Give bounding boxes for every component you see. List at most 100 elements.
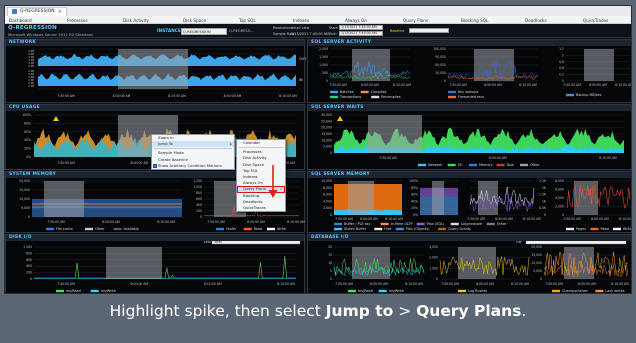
menu-item-disk-activity[interactable]: Disk Activity	[123, 18, 149, 23]
menu-item-top-sql[interactable]: Top SQL	[239, 18, 256, 23]
x-tick-label: 8:00:00 AM	[578, 282, 596, 286]
legend-label: Compiles	[371, 90, 387, 94]
menu-item-dashboard[interactable]: Dashboard	[9, 18, 32, 23]
menu-item-query-plans[interactable]: Query Plans	[403, 18, 428, 23]
y-tick-label: 25,000	[321, 119, 332, 123]
tutorial-frame: Q-REGRESSION × Dashboard Processes Disk Ac…	[0, 0, 636, 343]
baseline-select[interactable]	[409, 27, 449, 33]
sql-waits-chart[interactable]: 30,000 25,000 20,000 15,000 10,000 5,000 0 7:50…	[308, 111, 632, 171]
legend-swatch	[371, 95, 380, 99]
legend-swatch	[438, 227, 447, 231]
nav-bar: Dashboard Processes Disk Activity Disk Spac…	[5, 16, 631, 24]
legend-label: ms/Write	[101, 289, 116, 293]
legend-swatch	[595, 289, 604, 293]
menu-item-indexes[interactable]: Indexes	[293, 18, 309, 23]
x-tick-label: 8:10:00 AM	[393, 83, 411, 87]
y-tick-label: 3,000	[429, 245, 438, 249]
instance-select[interactable]: Q-REGRESSION	[181, 27, 227, 35]
legend-swatch	[380, 222, 389, 226]
y-tick-label: 1.2	[559, 47, 564, 51]
file-select-label: File	[516, 241, 522, 244]
x-tick-label: 7:50:00 AM	[335, 217, 353, 221]
app-icon	[12, 9, 17, 14]
x-tick-label: 8:00:00 AM	[102, 220, 120, 224]
start-label: Start:	[329, 26, 339, 30]
highlighted-range	[118, 49, 188, 89]
legend-label: Write	[623, 227, 632, 231]
y-tick-label: 0	[200, 215, 202, 219]
disk-io-chart[interactable]: Disk Total 1,000 800 600 400 200 0 7:45:00 AM 8:0…	[6, 241, 306, 294]
file-select	[525, 241, 627, 245]
resolution-label: Resolution:	[273, 26, 292, 30]
sql-activity-chart[interactable]: 2,0001,5001,00050007:50:00 AM 8:00:00 AM 8…	[308, 46, 632, 104]
legend-swatch	[496, 163, 505, 167]
y-tick-label: 100%	[22, 113, 31, 117]
y-tick-label: 800	[26, 251, 32, 255]
annotation-arrow	[268, 165, 278, 198]
legend-swatch	[448, 95, 456, 99]
x-tick-label: 7:50:00 AM	[467, 217, 485, 221]
menu-item-deadlocks[interactable]: Deadlocks	[525, 18, 547, 23]
legend-label: Write	[277, 227, 286, 231]
y-tick-label: 6,000	[555, 188, 564, 192]
y-tick-label: 0	[540, 277, 542, 281]
resolution-value[interactable]: detail view	[291, 26, 309, 30]
y-tick-label: 0.2	[559, 73, 564, 77]
browser-tab[interactable]: Q-REGRESSION ×	[7, 6, 67, 16]
y-tick-label: 40,000	[435, 63, 446, 67]
context-menu-item-show-arbitrary-condition-markers[interactable]: Show Arbitrary Condition Markers	[152, 163, 234, 169]
y-tick-label: 2,000	[323, 206, 332, 210]
y-tick-label: 100,000	[433, 47, 446, 51]
legend-label: Read	[601, 227, 610, 231]
legend-label: Key lookups	[458, 90, 478, 94]
legend-label: Recompiles	[381, 95, 401, 99]
sql-activity-panel: SQL SERVER ACTIVITY 2,000 1,500 1,000 500 0 7…	[307, 39, 632, 104]
y-tick-label: 20,000	[531, 245, 542, 249]
legend-label: Free	[384, 227, 391, 231]
tab-title: Q-REGRESSION	[20, 8, 55, 14]
start-field[interactable]: 1/13/2021 7:45:00 AM	[339, 25, 383, 30]
network-chart[interactable]: OUTIN0 KB0 KB0 KB0 KB0 KB0 KB0 KB0 KB0 K…	[6, 46, 306, 104]
x-tick-label: 8:10:00 AM	[619, 217, 632, 221]
menu-separator	[239, 147, 283, 149]
submenu-item-quicktraces[interactable]: QuickTraces	[237, 205, 285, 211]
y-tick-label: 600	[196, 197, 202, 201]
y-tick-label: 0.5K	[539, 206, 547, 210]
x-tick-label: 8:00:00 AM	[489, 156, 507, 160]
x-tick-label: 8:00:00 AM	[247, 220, 265, 224]
y-tick-label: 4,000	[323, 199, 332, 203]
menu-item-blocking-sql[interactable]: Blocking SQL	[461, 18, 488, 23]
caption-prefix: Highlight spike, then select	[109, 302, 326, 320]
y-tick-label: 100%	[409, 179, 418, 183]
x-tick-label: 7:45:00 AM	[57, 161, 75, 165]
menu-item-disk-space[interactable]: Disk Space	[183, 18, 206, 23]
y-tick-label: 1,000	[429, 266, 438, 270]
menu-item-processes[interactable]: Processes	[67, 18, 88, 23]
submenu-item-calendar[interactable]: Calendar	[237, 140, 285, 146]
menu-item-label: Always On	[243, 180, 263, 186]
menu-item-label: Indexes	[243, 173, 258, 179]
legend-swatch	[395, 227, 404, 231]
legend-label: ms/Read	[358, 289, 373, 293]
x-tick-label: 8:00:00 AM	[476, 282, 494, 286]
close-icon[interactable]: ×	[58, 8, 62, 16]
legend-swatch	[243, 227, 252, 231]
context-menu-item-jump-to[interactable]: Jump To ▸	[152, 141, 234, 148]
sql-memory-panel: SQL SERVER MEMORY 10,000 8,000 6,000 4,000 2…	[307, 171, 632, 234]
y-tick-label: 5,000	[21, 206, 30, 210]
menu-item-label: Sample Mode	[158, 150, 184, 156]
menu-item-quicktraces[interactable]: QuickTraces	[583, 18, 608, 23]
legend-label: Pages	[576, 227, 586, 231]
legend-swatch	[566, 227, 574, 231]
caption-jump: Jump to	[325, 302, 394, 320]
menu-item-always-on[interactable]: Always On	[345, 18, 367, 23]
end-field[interactable]: 1/13/2021 7:45:00 AM	[339, 31, 383, 36]
highlighted-range	[44, 181, 84, 217]
y-tick-label: 30,000	[321, 113, 332, 117]
legend-label: Other	[530, 163, 540, 167]
database-io-chart[interactable]: File 20 15 10 5 0 3,000 2,000 1,000 0 20,000 15,000…	[308, 241, 632, 294]
sql-memory-chart[interactable]: 10,000 8,000 6,000 4,000 2,000 0 100% 80% 60% 40%…	[308, 178, 632, 234]
warning-icon	[53, 116, 59, 121]
legend-label: ms/Write	[389, 289, 404, 293]
menu-item-label: Create Baseline	[158, 156, 188, 162]
